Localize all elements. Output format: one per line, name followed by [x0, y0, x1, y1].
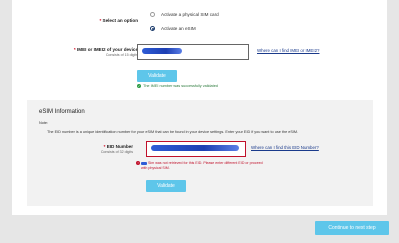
radio-esim[interactable]: [150, 26, 155, 31]
imei-help-link[interactable]: Where can I find IMEI or IMEI2?: [257, 48, 319, 53]
eid-input[interactable]: [146, 141, 246, 157]
eid-error-message: ! Sim was not retrieved for this EID. Ple…: [136, 161, 263, 170]
eid-help-link[interactable]: Where can I find this EID Number?: [251, 145, 319, 150]
check-icon: ✓: [137, 84, 141, 88]
select-option-label: * Select an option: [99, 18, 138, 23]
redacted-text: [141, 161, 147, 165]
imei-input[interactable]: [137, 44, 249, 60]
esim-info-panel: eSIM Information Note: The EID number is…: [27, 100, 373, 206]
error-icon: !: [136, 161, 140, 166]
eid-label: * EID Number: [103, 144, 133, 149]
eid-validate-button[interactable]: Validate: [146, 180, 186, 192]
eid-hint: Consists of 32 digits: [100, 150, 133, 154]
redacted-value: [151, 145, 239, 151]
imei-validate-button[interactable]: Validate: [137, 70, 177, 82]
imei-hint: Consists of 15 digits: [105, 53, 138, 57]
imei-label: * IMEI or IMEI2 of your device: [73, 47, 138, 52]
radio-esim-label[interactable]: Activate an eSIM: [161, 26, 196, 31]
radio-physical-sim-label[interactable]: Activate a physical SIM card: [161, 12, 219, 17]
imei-success-message: ✓ The IMEI number was successfully valida…: [137, 84, 218, 88]
note-label: Note:: [39, 121, 49, 125]
esim-panel-title: eSIM Information: [39, 109, 85, 115]
radio-physical-sim[interactable]: [150, 12, 155, 17]
redacted-value: [142, 48, 182, 54]
continue-button[interactable]: Continue to next step: [315, 221, 389, 235]
note-text: The EID number is a unique identificatio…: [47, 130, 299, 134]
